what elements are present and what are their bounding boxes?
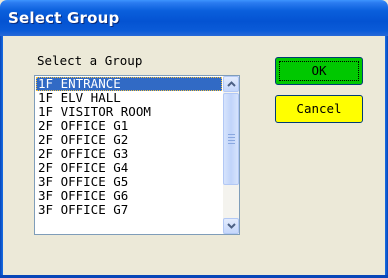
ok-button-label: OK	[311, 63, 327, 78]
title-bar[interactable]: Select Group	[0, 0, 388, 36]
group-listbox[interactable]: 1F ENTRANCE 1F ELV HALL 1F VISITOR ROOM …	[34, 75, 240, 235]
thumb-grip-line	[228, 140, 235, 141]
scroll-down-arrow-icon	[227, 223, 236, 229]
group-list-items: 1F ENTRANCE 1F ELV HALL 1F VISITOR ROOM …	[36, 77, 222, 217]
list-item[interactable]: 2F OFFICE G3	[36, 147, 222, 161]
scroll-down-button[interactable]	[223, 218, 239, 234]
list-item[interactable]: 2F OFFICE G1	[36, 119, 222, 133]
select-group-dialog: Select Group Select a Group 1F ENTRANCE …	[0, 0, 388, 278]
thumb-grip-line	[228, 134, 235, 135]
vertical-scrollbar[interactable]	[223, 76, 239, 234]
list-item[interactable]: 3F OFFICE G6	[36, 189, 222, 203]
list-item[interactable]: 1F ELV HALL	[36, 91, 222, 105]
list-item[interactable]: 3F OFFICE G7	[36, 203, 222, 217]
window-frame-left	[0, 36, 3, 278]
scroll-up-arrow-icon	[227, 81, 236, 87]
list-item[interactable]: 1F VISITOR ROOM	[36, 105, 222, 119]
scroll-thumb[interactable]	[223, 93, 239, 185]
list-item[interactable]: 2F OFFICE G4	[36, 161, 222, 175]
cancel-button[interactable]: Cancel	[275, 95, 363, 123]
group-list-label: Select a Group	[37, 53, 143, 68]
list-item[interactable]: 3F OFFICE G5	[36, 175, 222, 189]
list-item[interactable]: 2F OFFICE G2	[36, 133, 222, 147]
ok-button[interactable]: OK	[275, 57, 363, 85]
scroll-up-button[interactable]	[223, 76, 239, 92]
list-item-selected[interactable]: 1F ENTRANCE	[36, 77, 222, 91]
thumb-grip-line	[228, 143, 235, 144]
window-title: Select Group	[8, 9, 120, 27]
cancel-button-label: Cancel	[296, 101, 342, 116]
thumb-grip-line	[228, 137, 235, 138]
